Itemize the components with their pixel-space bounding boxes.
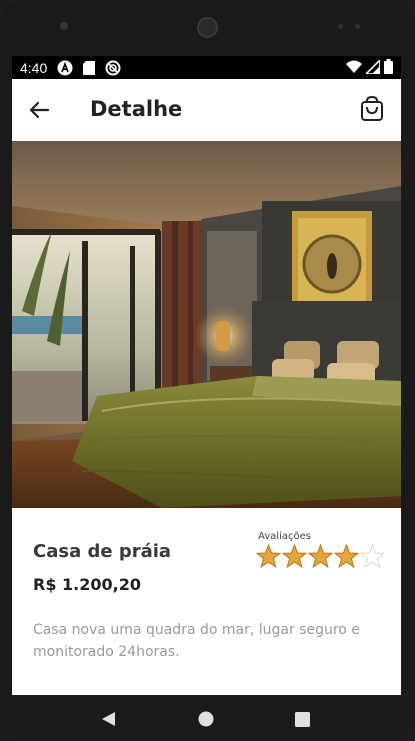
page-title: Detalhe xyxy=(90,97,183,121)
battery-icon xyxy=(384,59,393,79)
arrow-left-icon xyxy=(29,101,50,119)
front-camera xyxy=(60,22,68,30)
product-price: R$ 1.200,20 xyxy=(33,575,141,594)
bedroom-photo xyxy=(12,141,401,508)
light-sensor xyxy=(355,24,360,29)
star-filled-icon[interactable] xyxy=(256,544,281,569)
back-button[interactable] xyxy=(26,97,52,123)
top-bezel xyxy=(0,0,415,56)
status-bar: 4:40 xyxy=(12,56,401,79)
home-circle-icon[interactable] xyxy=(198,711,214,727)
phone-device: 4:40 Detalhe Casa de práia R$ 1.200,20 A… xyxy=(0,0,415,741)
rating-stars[interactable] xyxy=(256,544,385,569)
signal-icon xyxy=(364,57,381,79)
cart-button[interactable] xyxy=(358,95,386,123)
shopping-bag-icon xyxy=(361,96,383,121)
recents-square-icon[interactable] xyxy=(295,712,310,727)
a-icon xyxy=(57,60,73,76)
product-name: Casa de práia xyxy=(33,541,172,562)
star-filled-icon[interactable] xyxy=(334,544,359,569)
product-image-carousel[interactable] xyxy=(12,141,401,508)
no-disturb-icon xyxy=(105,60,121,76)
wifi-icon xyxy=(346,60,362,79)
product-description: Casa nova uma quadra do mar, lugar segur… xyxy=(33,622,360,660)
system-navigation-bar xyxy=(0,695,415,741)
product-info-panel: Casa de práia R$ 1.200,20 Avaliações Cas… xyxy=(12,508,401,695)
reviews-label: Avaliações xyxy=(258,531,311,542)
star-filled-icon[interactable] xyxy=(282,544,307,569)
star-filled-icon[interactable] xyxy=(308,544,333,569)
app-screen: 4:40 Detalhe Casa de práia R$ 1.200,20 A… xyxy=(12,56,401,695)
sim-card-icon xyxy=(81,60,97,76)
star-empty-icon[interactable] xyxy=(360,544,385,569)
earpiece-speaker xyxy=(197,17,218,38)
back-triangle-icon[interactable] xyxy=(100,711,116,727)
app-bar: Detalhe xyxy=(12,79,401,141)
status-right-icons xyxy=(346,57,393,79)
status-time: 4:40 xyxy=(20,59,48,76)
proximity-sensor xyxy=(338,24,343,29)
